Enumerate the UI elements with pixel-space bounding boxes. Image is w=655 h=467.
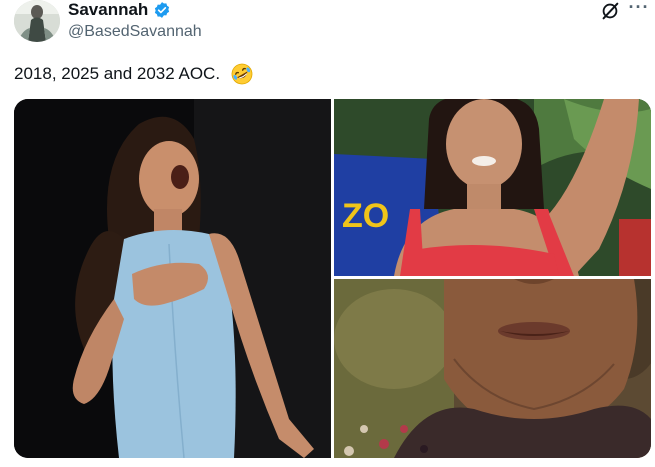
photo-woman-blue-dress[interactable] [14, 99, 331, 458]
author-handle[interactable]: @BasedSavannah [68, 22, 202, 42]
tweet-text-row: 2018, 2025 and 2032 AOC. [14, 62, 254, 86]
tweet: Savannah @BasedSavannah ··· 2018, 2025 a… [0, 0, 655, 467]
tweet-text: 2018, 2025 and 2032 AOC. [14, 64, 221, 83]
verified-badge-icon[interactable] [153, 1, 171, 19]
photo-older-woman-closeup[interactable] [334, 279, 651, 458]
campaign-sign-text: ZO [342, 197, 389, 235]
author-name-row: Savannah [68, 0, 171, 20]
author-display-name[interactable]: Savannah [68, 0, 148, 20]
rolling-on-floor-laughing-emoji-icon [230, 62, 254, 86]
photo-woman-red-top[interactable]: ZO [334, 99, 651, 276]
media-grid: ZO [14, 99, 651, 458]
grok-icon[interactable] [599, 0, 621, 22]
more-options-icon[interactable]: ··· [628, 0, 650, 20]
author-avatar[interactable] [14, 0, 60, 42]
